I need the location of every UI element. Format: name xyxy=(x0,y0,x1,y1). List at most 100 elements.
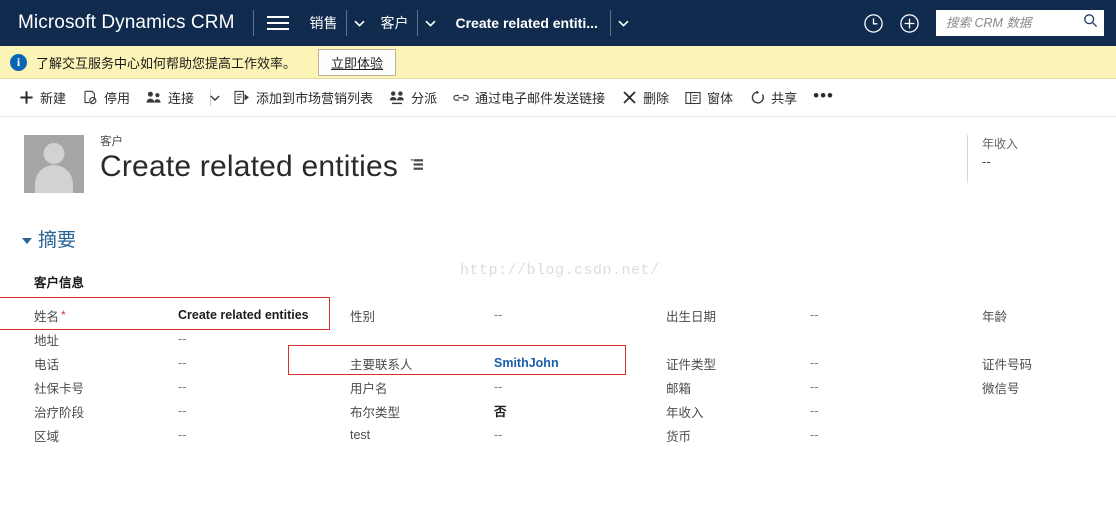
field-布尔类型[interactable]: 布尔类型 否 xyxy=(350,399,666,423)
field-value[interactable]: -- xyxy=(494,380,502,394)
field-value[interactable]: -- xyxy=(810,380,818,394)
field-年龄[interactable]: 年龄 xyxy=(982,303,1116,327)
field-value[interactable]: -- xyxy=(494,308,502,322)
share-button[interactable]: 共享 xyxy=(749,88,797,107)
connect-button[interactable]: 连接 xyxy=(146,88,194,107)
breadcrumb-current-record[interactable]: Create related entiti... xyxy=(442,15,608,31)
field-label: 治疗阶段 xyxy=(34,405,85,420)
field-value[interactable]: -- xyxy=(494,428,502,442)
field-value[interactable]: -- xyxy=(178,404,186,418)
field-姓名[interactable]: 姓名 * Create related entities xyxy=(34,303,350,327)
field-label: 货币 xyxy=(666,429,692,444)
form-selector-icon[interactable] xyxy=(408,158,424,177)
add-to-marketing-list-button[interactable]: 添加到市场营销列表 xyxy=(234,88,373,107)
delete-x-icon xyxy=(621,90,637,106)
field-label: 证件类型 xyxy=(666,357,717,372)
field-label: 姓名 xyxy=(34,309,60,324)
field-电话[interactable]: 电话 -- xyxy=(34,351,350,375)
header-stat-label: 年收入 xyxy=(981,137,1018,151)
record-title-block: 客户 Create related entities xyxy=(100,135,424,184)
chevron-down-icon-sales[interactable] xyxy=(349,0,371,46)
field-微信号[interactable]: 微信号 xyxy=(982,375,1116,399)
email-link-icon xyxy=(453,90,469,106)
field-货币[interactable]: 货币 -- xyxy=(666,423,982,447)
assign-people-icon xyxy=(389,90,405,106)
field-label: 布尔类型 xyxy=(350,405,401,420)
search-icon[interactable] xyxy=(1083,13,1098,33)
share-button-label: 共享 xyxy=(771,91,798,106)
new-button[interactable]: 新建 xyxy=(18,88,66,107)
global-search-box[interactable] xyxy=(936,10,1104,36)
field-value[interactable]: -- xyxy=(178,332,186,346)
field-value[interactable]: -- xyxy=(810,308,818,322)
field-row: 区域 -- test -- 货币 -- xyxy=(34,423,1116,447)
field-社保卡号[interactable]: 社保卡号 -- xyxy=(34,375,350,399)
try-now-button[interactable]: 立即体验 xyxy=(318,48,397,76)
field-label: 证件号码 xyxy=(982,357,1033,372)
marketing-list-icon xyxy=(234,90,250,106)
field-治疗阶段[interactable]: 治疗阶段 -- xyxy=(34,399,350,423)
email-a-link-button[interactable]: 通过电子邮件发送链接 xyxy=(453,88,605,107)
notification-message: 了解交互服务中心如何帮助您提高工作效率。 xyxy=(36,55,297,71)
field-value[interactable]: -- xyxy=(178,380,186,394)
field-label: 用户名 xyxy=(350,381,388,396)
triangle-collapse-icon[interactable] xyxy=(22,237,32,244)
field-label: 微信号 xyxy=(982,381,1020,396)
summary-section-title: 摘要 xyxy=(38,230,77,251)
record-entity-label: 客户 xyxy=(100,136,123,148)
breadcrumb-customer[interactable]: 客户 xyxy=(371,13,415,33)
recent-clock-icon[interactable] xyxy=(856,0,890,46)
assign-button[interactable]: 分派 xyxy=(389,88,437,107)
field-value[interactable]: -- xyxy=(810,428,818,442)
form-button[interactable]: 窗体 xyxy=(685,88,733,107)
field-地址[interactable]: 地址 -- xyxy=(34,327,350,351)
form-button-label: 窗体 xyxy=(707,91,734,106)
app-brand-title: Microsoft Dynamics CRM xyxy=(18,12,235,33)
field-出生日期[interactable]: 出生日期 -- xyxy=(666,303,982,327)
field-邮箱[interactable]: 邮箱 -- xyxy=(666,375,982,399)
field-row: 治疗阶段 -- 布尔类型 否 年收入 -- xyxy=(34,399,1116,423)
form-icon xyxy=(685,90,701,106)
chevron-down-icon-connect[interactable] xyxy=(210,94,220,101)
more-commands-button[interactable]: ••• xyxy=(813,87,834,108)
field-label: 年收入 xyxy=(666,405,704,420)
search-input[interactable] xyxy=(944,15,1083,31)
nav-divider xyxy=(345,10,347,36)
field-主要联系人[interactable]: 主要联系人 SmithJohn xyxy=(350,351,666,375)
field-年收入[interactable]: 年收入 -- xyxy=(666,399,982,423)
nav-divider xyxy=(609,10,611,36)
field-证件类型[interactable]: 证件类型 -- xyxy=(666,351,982,375)
header-stat-value: -- xyxy=(981,154,991,169)
deactivate-button[interactable]: 停用 xyxy=(82,88,130,107)
hamburger-icon[interactable] xyxy=(256,0,300,46)
email-a-link-label: 通过电子邮件发送链接 xyxy=(475,91,606,106)
field-empty xyxy=(982,399,1116,423)
field-row: 社保卡号 -- 用户名 -- 邮箱 -- 微信号 xyxy=(34,375,1116,399)
delete-button[interactable]: 删除 xyxy=(621,88,669,107)
field-证件号码[interactable]: 证件号码 xyxy=(982,351,1116,375)
field-value[interactable]: -- xyxy=(810,404,818,418)
chevron-down-icon-customer[interactable] xyxy=(420,0,442,46)
field-label: 出生日期 xyxy=(666,309,717,324)
connect-people-icon xyxy=(146,90,162,106)
field-value[interactable]: 否 xyxy=(494,405,507,419)
field-value[interactable]: -- xyxy=(178,356,186,370)
field-value[interactable]: Create related entities xyxy=(178,308,309,322)
field-value[interactable]: -- xyxy=(178,428,186,442)
nav-divider xyxy=(252,10,254,36)
field-test[interactable]: test -- xyxy=(350,423,666,447)
field-label: 主要联系人 xyxy=(350,357,413,372)
field-性别[interactable]: 性别 -- xyxy=(350,303,666,327)
summary-section-header[interactable]: 摘要 xyxy=(0,225,1116,252)
chevron-down-icon-record[interactable] xyxy=(613,0,635,46)
field-label: 邮箱 xyxy=(666,381,692,396)
field-用户名[interactable]: 用户名 -- xyxy=(350,375,666,399)
top-nav-actions xyxy=(856,0,1116,46)
assign-button-label: 分派 xyxy=(411,91,438,106)
field-value-link[interactable]: SmithJohn xyxy=(494,356,559,370)
add-to-marketing-list-label: 添加到市场营销列表 xyxy=(256,91,374,106)
field-区域[interactable]: 区域 -- xyxy=(34,423,350,447)
field-value[interactable]: -- xyxy=(810,356,818,370)
breadcrumb-sales[interactable]: 销售 xyxy=(300,13,344,33)
quick-create-plus-icon[interactable] xyxy=(892,0,926,46)
